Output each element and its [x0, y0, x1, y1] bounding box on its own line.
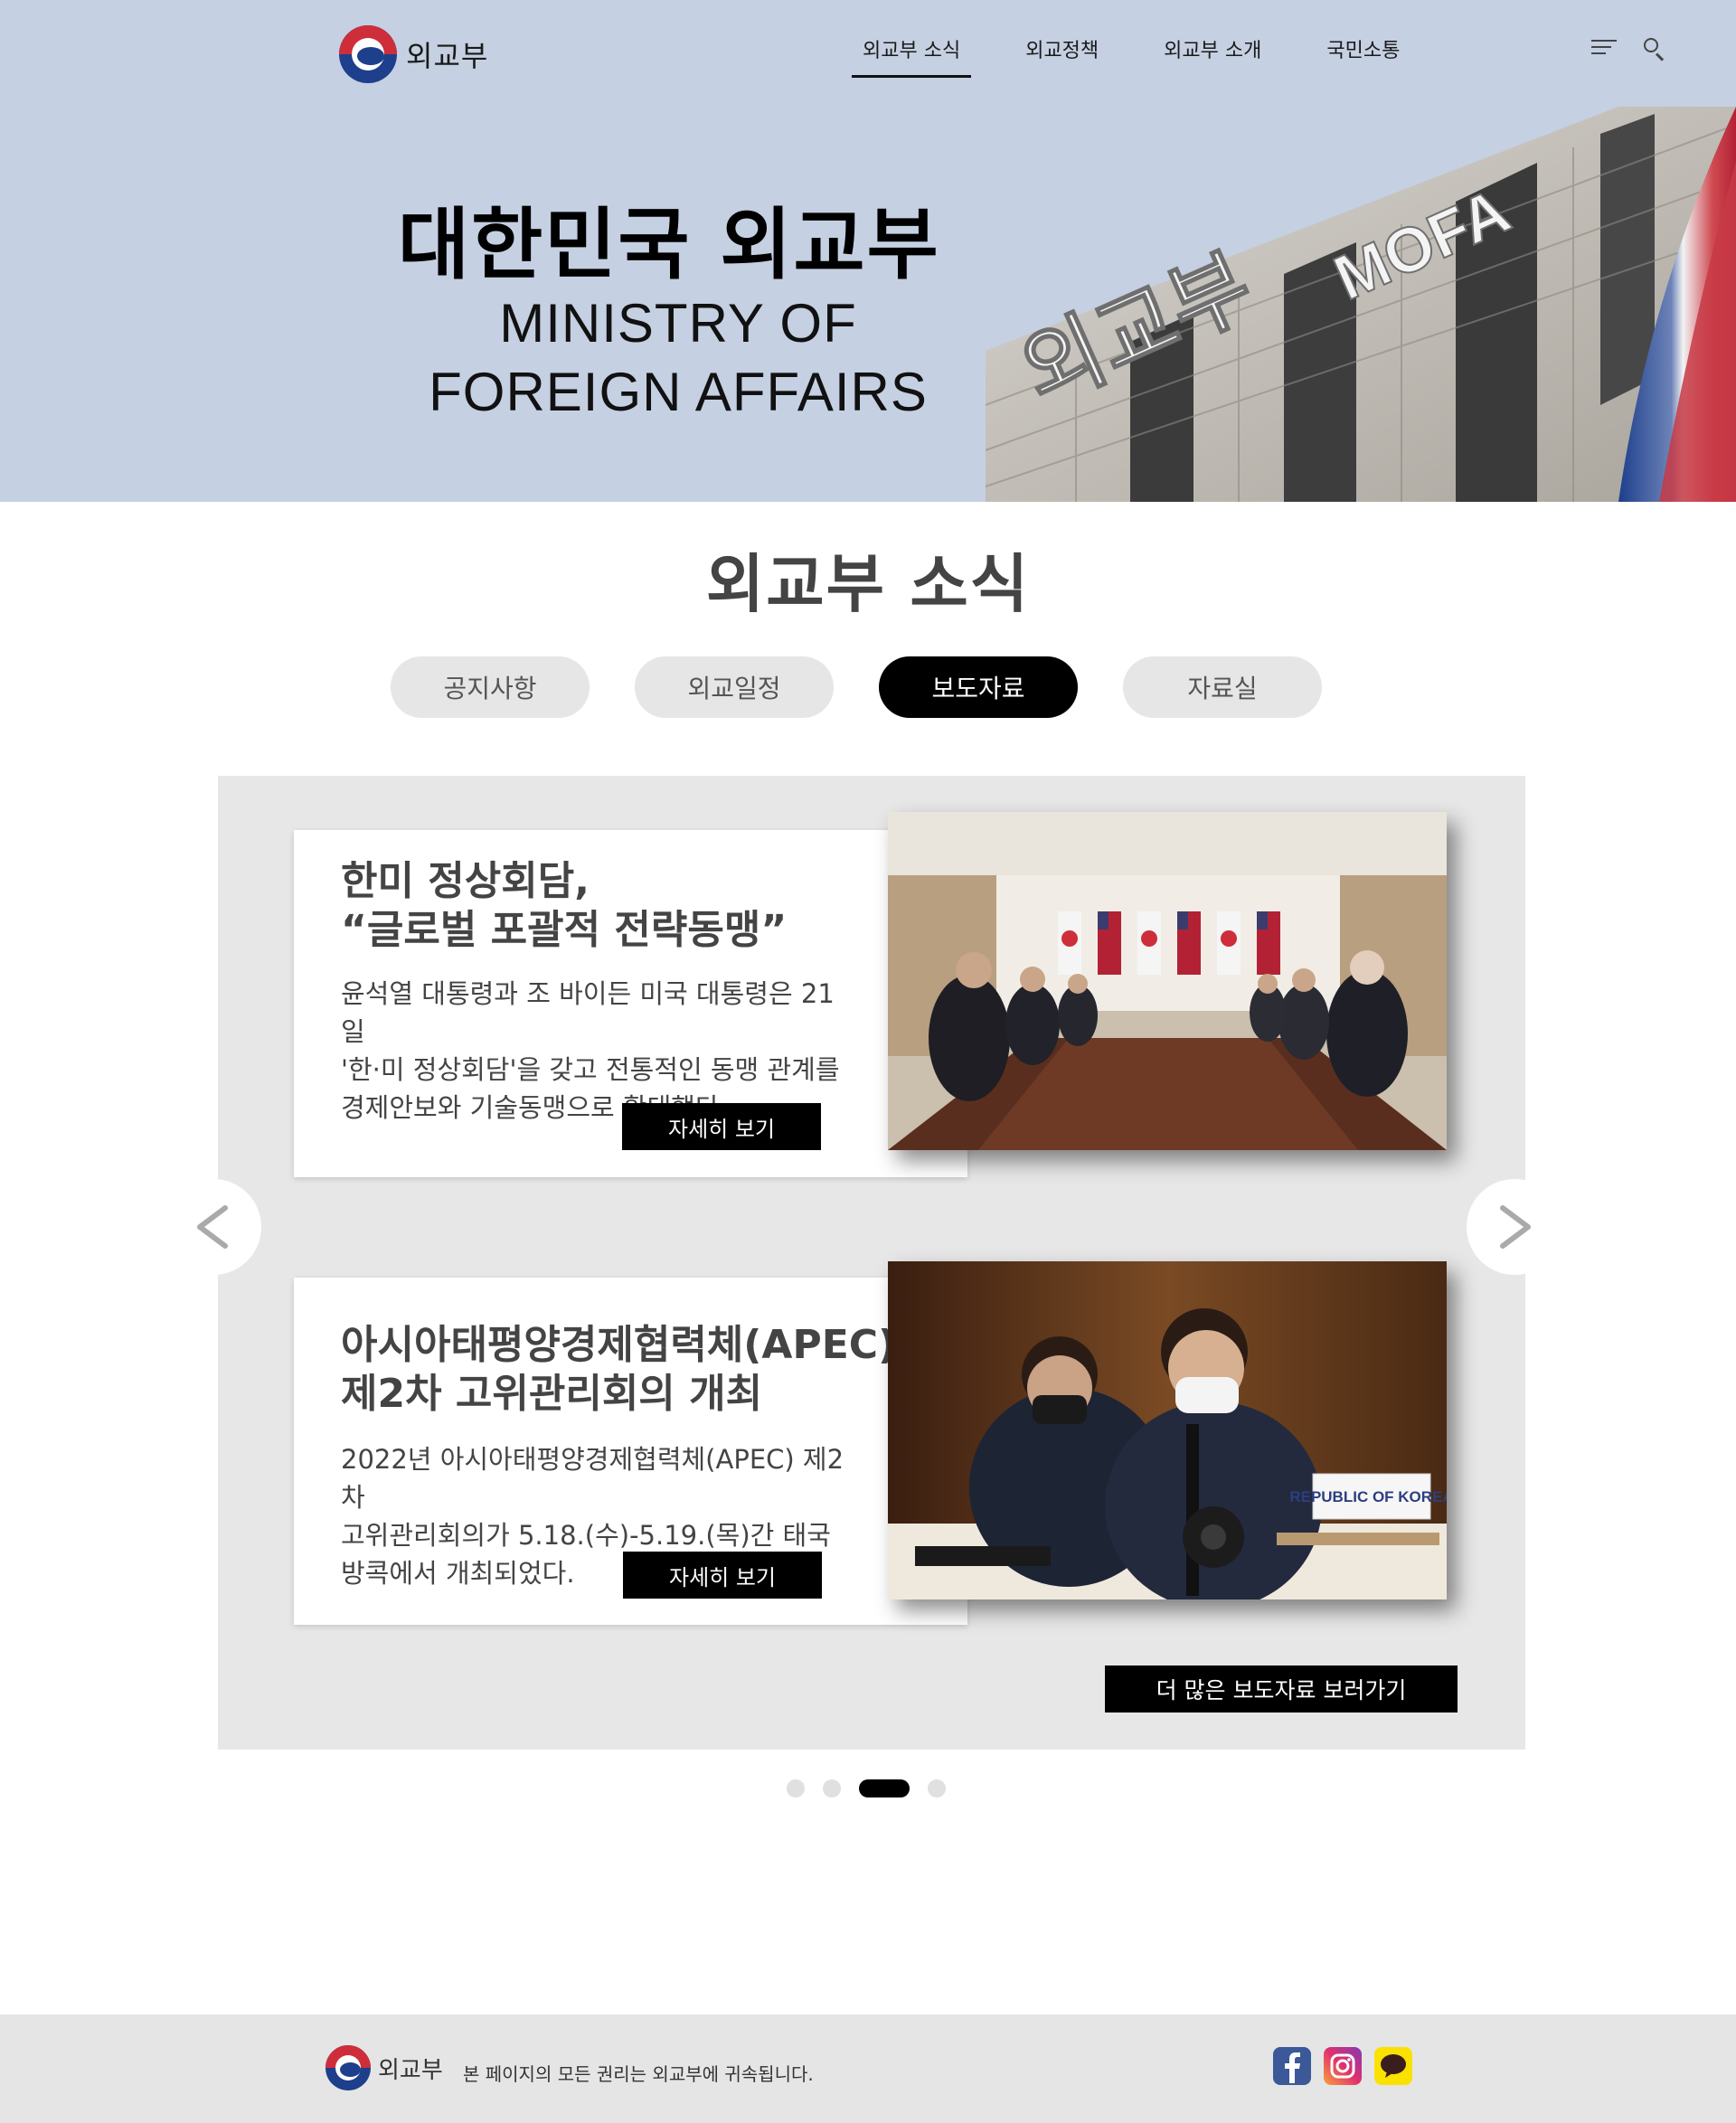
taegeuk-logo-icon: [326, 2045, 371, 2090]
main-navigation: 외교부 소식 외교정책 외교부 소개 국민소통: [850, 34, 1452, 78]
instagram-icon[interactable]: [1324, 2047, 1362, 2085]
view-details-button[interactable]: 자세히 보기: [622, 1103, 821, 1150]
apec-meeting-photo: REPUBLIC OF KOREA: [888, 1261, 1447, 1599]
header-tools: [1591, 36, 1667, 61]
section-title: 외교부 소식: [705, 547, 1031, 621]
news-card-title: 한미 정상회담, “글로벌 포괄적 전략동맹”: [341, 857, 787, 955]
ministry-building-image: 외교부 MOFA: [986, 107, 1736, 502]
logo-text: 외교부: [406, 39, 489, 73]
news-card-title: 아시아태평양경제협력체(APEC) 제2차 고위관리회의 개최: [341, 1321, 896, 1419]
pagination-dot-2[interactable]: [823, 1779, 841, 1797]
news-card: 아시아태평양경제협력체(APEC) 제2차 고위관리회의 개최 2022년 아시…: [294, 1278, 967, 1625]
summit-photo: [888, 812, 1447, 1150]
search-icon[interactable]: [1642, 36, 1667, 61]
hero-title-korean: 대한민국 외교부: [398, 200, 940, 290]
tab-notices[interactable]: 공지사항: [391, 656, 590, 718]
tab-schedule[interactable]: 외교일정: [635, 656, 834, 718]
nav-item-news[interactable]: 외교부 소식: [850, 34, 973, 78]
nav-item-policy[interactable]: 외교정책: [1013, 34, 1111, 72]
pagination-dot-1[interactable]: [787, 1779, 805, 1797]
more-press-releases-button[interactable]: 더 많은 보도자료 보러가기: [1105, 1665, 1458, 1713]
news-card-title-line2: “글로벌 포괄적 전략동맹”: [341, 907, 788, 953]
menu-icon[interactable]: [1591, 36, 1618, 60]
nav-item-communication[interactable]: 국민소통: [1314, 34, 1412, 72]
news-card-description-line1: 2022년 아시아태평양경제협력체(APEC) 제2차: [341, 1444, 844, 1513]
hero-banner: 외교부 외교부 소식 외교정책 외교부 소개 국민소통 대한민국 외교부 MIN…: [0, 0, 1736, 502]
news-card-title-line1: 아시아태평양경제협력체(APEC): [341, 1322, 897, 1368]
tab-archive[interactable]: 자료실: [1123, 656, 1322, 718]
news-card: 한미 정상회담, “글로벌 포괄적 전략동맹” 윤석열 대통령과 조 바이든 미…: [294, 830, 967, 1177]
next-arrow-button[interactable]: [1467, 1179, 1562, 1275]
social-links: [1273, 2047, 1412, 2085]
copyright-text: 본 페이지의 모든 권리는 외교부에 귀속됩니다.: [463, 2063, 814, 2085]
hero-title-english: MINISTRY OF FOREIGN AFFAIRS: [425, 289, 931, 427]
news-tabs: 공지사항 외교일정 보도자료 자료실: [391, 656, 1322, 718]
footer-logo-text: 외교부: [378, 2056, 443, 2084]
footer-logo[interactable]: 외교부: [326, 2045, 443, 2090]
news-card-description-line1: 윤석열 대통령과 조 바이든 미국 대통령은 21일: [341, 978, 835, 1047]
hero-title-english-line2: FOREIGN AFFAIRS: [429, 362, 928, 422]
name-plate-text: REPUBLIC OF KOREA: [1289, 1488, 1447, 1505]
footer: 외교부 본 페이지의 모든 권리는 외교부에 귀속됩니다.: [0, 2014, 1736, 2123]
hero-title-english-line1: MINISTRY OF: [499, 293, 857, 354]
kakaotalk-icon[interactable]: [1374, 2047, 1412, 2085]
news-card-description-line2: '한·미 정상회담'을 갖고 전통적인 동맹 관계를: [341, 1054, 840, 1085]
site-logo[interactable]: 외교부: [339, 25, 488, 83]
taegeuk-logo-icon: [339, 25, 397, 83]
news-card-description-line2: 고위관리회의가 5.18.(수)-5.19.(목)간 태국: [341, 1520, 831, 1551]
tab-press-releases[interactable]: 보도자료: [879, 656, 1078, 718]
news-card-title-line1: 한미 정상회담,: [341, 858, 590, 904]
pagination-dot-3-active[interactable]: [859, 1779, 910, 1797]
facebook-icon[interactable]: [1273, 2047, 1311, 2085]
chevron-right-icon: [1500, 1205, 1531, 1249]
top-navigation-bar: 외교부 외교부 소식 외교정책 외교부 소개 국민소통: [0, 0, 1736, 104]
pagination-dot-4[interactable]: [928, 1779, 946, 1797]
previous-arrow-button[interactable]: [165, 1179, 261, 1275]
carousel-pagination: [787, 1779, 946, 1797]
nav-item-about[interactable]: 외교부 소개: [1151, 34, 1274, 72]
view-details-button[interactable]: 자세히 보기: [623, 1552, 822, 1599]
chevron-left-icon: [197, 1205, 228, 1249]
news-card-title-line2: 제2차 고위관리회의 개최: [341, 1371, 763, 1417]
